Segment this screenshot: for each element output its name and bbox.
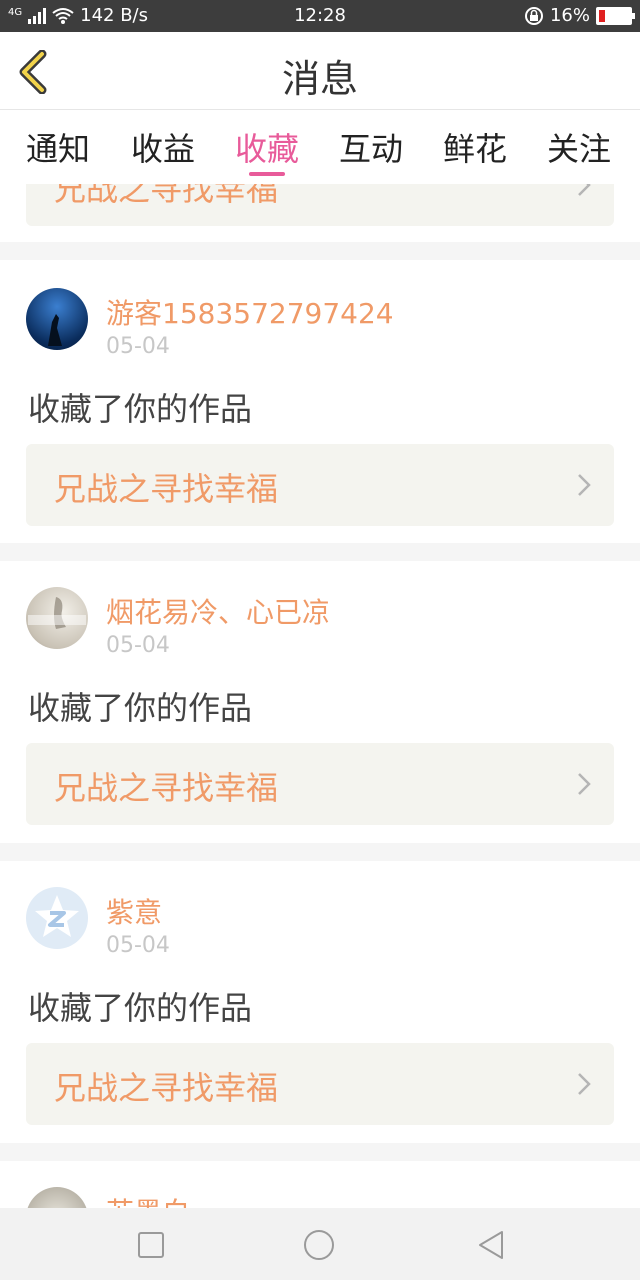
tab-active-indicator [249, 172, 285, 176]
chevron-right-icon [578, 184, 591, 196]
status-right: 16% [524, 5, 635, 26]
action-text: 收藏了你的作品 [28, 390, 253, 428]
system-nav-bar [0, 1208, 640, 1280]
avatar-image [28, 597, 86, 629]
work-link[interactable]: 兄战之寻找幸福 [26, 184, 614, 226]
list-item: 烟花易冷、心已凉 05-04 收藏了你的作品 兄战之寻找幸福 [0, 561, 640, 843]
chevron-right-icon [578, 773, 591, 795]
message-list[interactable]: 兄战之寻找幸福 游客1583572797424 05-04 收藏了你的作品 兄战… [0, 184, 640, 1208]
tab-interactions[interactable]: 互动 [339, 124, 403, 170]
tab-following[interactable]: 关注 [547, 124, 611, 170]
avatar[interactable] [26, 887, 88, 949]
list-item: 苏墨白 [0, 1161, 640, 1208]
list-item: 游客1583572797424 05-04 收藏了你的作品 兄战之寻找幸福 [0, 260, 640, 543]
square-icon[interactable] [134, 1228, 168, 1262]
status-bar: 4G 142 B/s 12:28 16% [0, 0, 640, 32]
avatar-image [48, 314, 62, 346]
chevron-right-icon [578, 1073, 591, 1095]
action-text: 收藏了你的作品 [28, 989, 253, 1027]
date: 05-04 [106, 933, 170, 958]
tab-favorites[interactable]: 收藏 [235, 124, 299, 170]
z-star-logo-icon [35, 895, 79, 937]
list-item: 紫意 05-04 收藏了你的作品 兄战之寻找幸福 [0, 861, 640, 1143]
work-link[interactable]: 兄战之寻找幸福 [26, 1043, 614, 1125]
rotation-lock-icon [524, 6, 543, 25]
date: 05-04 [106, 334, 170, 359]
battery-icon [596, 6, 635, 25]
page-title: 消息 [281, 57, 358, 101]
work-title: 兄战之寻找幸福 [54, 470, 279, 508]
username[interactable]: 紫意 [106, 891, 162, 931]
username[interactable]: 烟花易冷、心已凉 [106, 591, 330, 631]
date: 05-04 [106, 633, 170, 658]
work-title: 兄战之寻找幸福 [54, 769, 279, 807]
work-link[interactable]: 兄战之寻找幸福 [26, 743, 614, 825]
username[interactable]: 游客1583572797424 [106, 292, 394, 332]
avatar[interactable] [26, 587, 88, 649]
tab-bar: 通知 收益 收藏 互动 鲜花 关注 [0, 110, 640, 184]
avatar[interactable] [26, 288, 88, 350]
work-link[interactable]: 兄战之寻找幸福 [26, 444, 614, 526]
work-title: 兄战之寻找幸福 [54, 184, 279, 208]
circle-icon[interactable] [302, 1228, 336, 1262]
work-title: 兄战之寻找幸福 [54, 1069, 279, 1107]
header: 消息 [0, 32, 640, 110]
tab-flowers[interactable]: 鲜花 [443, 124, 507, 170]
username[interactable]: 苏墨白 [106, 1191, 190, 1208]
tab-notifications[interactable]: 通知 [26, 124, 90, 170]
battery-percent: 16% [549, 5, 590, 26]
triangle-back-icon[interactable] [474, 1228, 508, 1262]
list-item: 兄战之寻找幸福 [0, 184, 640, 242]
chevron-right-icon [578, 474, 591, 496]
action-text: 收藏了你的作品 [28, 689, 253, 727]
avatar[interactable] [26, 1187, 88, 1208]
tab-earnings[interactable]: 收益 [131, 124, 195, 170]
